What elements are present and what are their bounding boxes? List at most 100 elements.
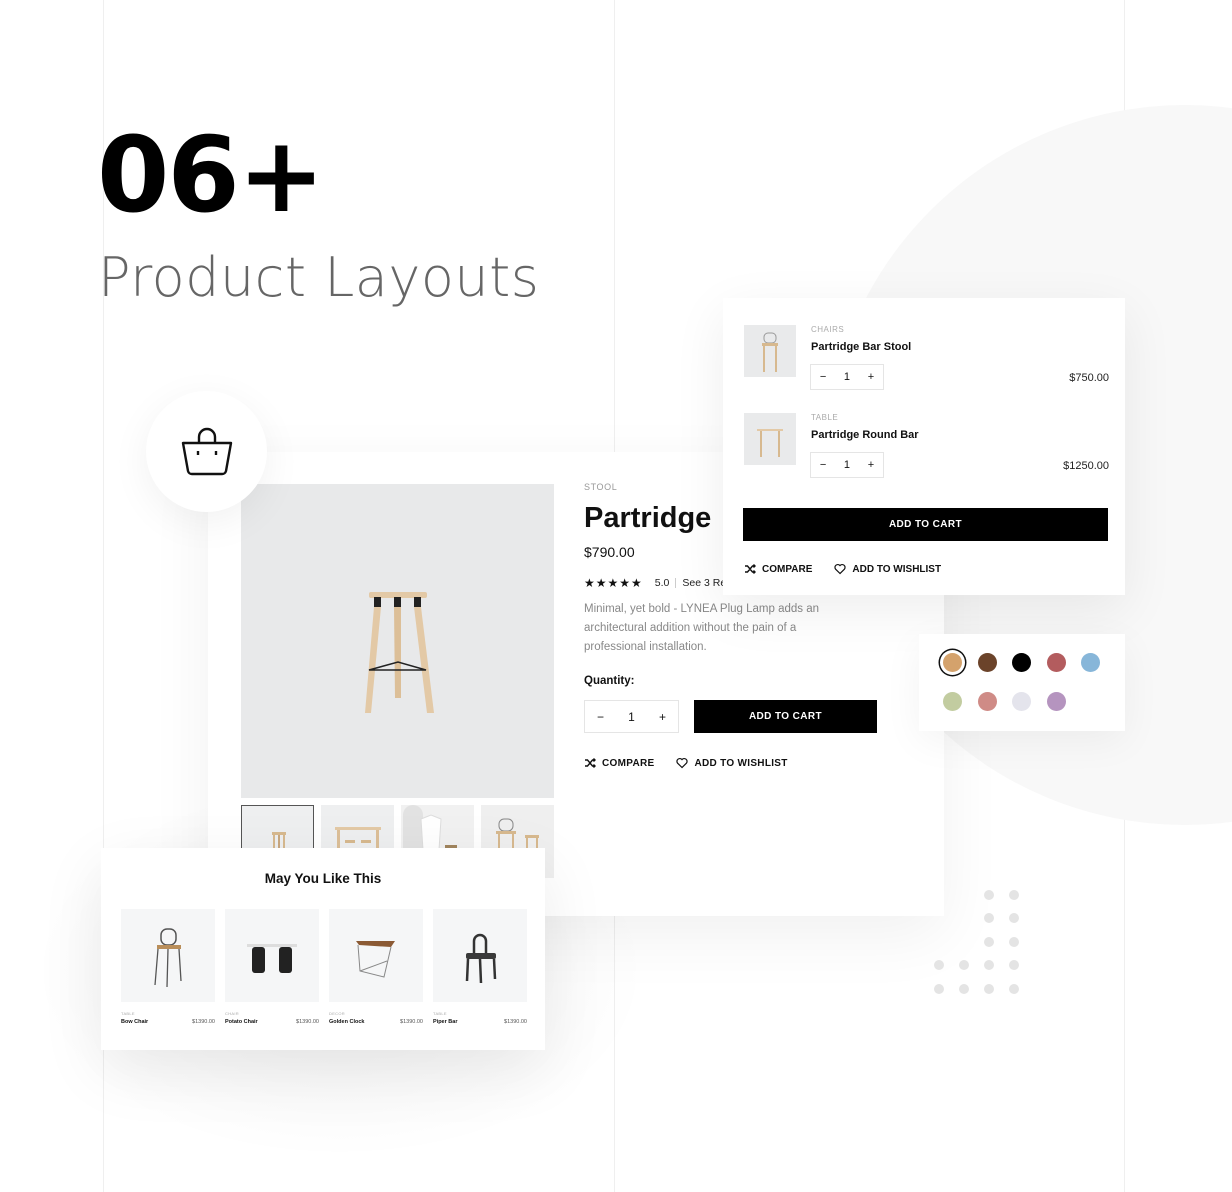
side-table-image — [356, 941, 395, 978]
cart-actions: COMPARE ADD TO WISHLIST — [744, 563, 941, 575]
color-swatch[interactable] — [1081, 653, 1100, 672]
recommendation-item[interactable]: CHAIR Potato Chair $1390.00 — [225, 909, 319, 1025]
recommendation-price: $1390.00 — [192, 1019, 215, 1025]
add-to-cart-button[interactable]: ADD TO CART — [694, 700, 877, 733]
decorative-dot — [984, 890, 994, 900]
decorative-dot — [934, 984, 944, 994]
decorative-dot — [934, 960, 944, 970]
cart-wishlist-button[interactable]: ADD TO WISHLIST — [834, 563, 941, 575]
quantity-stepper: − 1 + — [584, 700, 679, 733]
quantity-label: Quantity: — [584, 675, 635, 687]
shopping-bag-icon — [181, 427, 232, 475]
recommendation-image[interactable] — [225, 909, 319, 1002]
recommendation-price: $1390.00 — [296, 1019, 319, 1025]
recommendation-name[interactable]: Piper Bar — [433, 1019, 457, 1025]
cart-add-to-cart-button[interactable]: ADD TO CART — [743, 508, 1108, 541]
quantity-value[interactable]: 1 — [628, 710, 635, 724]
cart-quantity-value[interactable]: 1 — [844, 371, 850, 383]
shuffle-icon — [745, 564, 756, 574]
recommendation-price: $1390.00 — [400, 1019, 423, 1025]
product-main-image[interactable] — [241, 484, 554, 798]
dot-pattern — [934, 890, 1024, 1000]
product-actions: COMPARE ADD TO WISHLIST — [584, 757, 884, 769]
decorative-dot — [984, 984, 994, 994]
cart-item-price: $1250.00 — [1063, 460, 1109, 472]
decorative-dot — [1009, 913, 1019, 923]
cart-item-name[interactable]: Partridge Round Bar — [811, 429, 919, 441]
wishlist-label: ADD TO WISHLIST — [852, 563, 942, 575]
heart-icon — [834, 563, 846, 575]
stool-image — [365, 592, 434, 713]
hero-subtitle: Product Layouts — [98, 246, 540, 309]
recommendation-item[interactable]: TABLE Piper Bar $1390.00 — [433, 909, 527, 1025]
mini-cart: CHAIRS Partridge Bar Stool − 1 + $750.00… — [723, 298, 1125, 595]
cart-increase-button[interactable]: + — [868, 371, 874, 383]
shuffle-icon — [585, 758, 596, 768]
decorative-dot — [984, 937, 994, 947]
color-swatch[interactable] — [1046, 653, 1066, 672]
recommendations-panel: May You Like This TABLE Bow Chair $1390.0… — [101, 848, 545, 1050]
color-swatch[interactable] — [1012, 692, 1031, 711]
hero-count: 06+ — [97, 114, 325, 236]
decorative-dot — [1009, 890, 1019, 900]
cart-item-price: $750.00 — [1069, 372, 1109, 384]
recommendation-price: $1390.00 — [504, 1019, 527, 1025]
cart-decrease-button[interactable]: − — [820, 459, 826, 471]
recommendations-title: May You Like This — [264, 871, 382, 886]
recommendation-category: CHAIR — [225, 1011, 239, 1016]
color-swatch[interactable] — [1012, 653, 1031, 672]
recommendation-category: TABLE — [433, 1011, 447, 1016]
cart-item-category: CHAIRS — [811, 325, 845, 334]
recommendation-category: TABLE — [121, 1011, 135, 1016]
decorative-dot — [984, 960, 994, 970]
swatch-grid — [943, 653, 1100, 711]
cart-item: TABLE Partridge Round Bar − 1 + $1250.00 — [744, 386, 1109, 478]
cart-quantity-value[interactable]: 1 — [844, 459, 850, 471]
decorative-dot — [1009, 937, 1019, 947]
decorative-dot — [1009, 960, 1019, 970]
recommendation-name[interactable]: Bow Chair — [121, 1019, 148, 1025]
recommendation-image[interactable] — [329, 909, 423, 1002]
bar-chair-image — [154, 928, 182, 988]
decorative-dot — [1009, 984, 1019, 994]
cart-decrease-button[interactable]: − — [820, 371, 826, 383]
product-description: Minimal, yet bold - LYNEA Plug Lamp adds… — [584, 603, 820, 653]
decrease-quantity-button[interactable]: − — [597, 710, 604, 724]
rating-stars-icon: ★★★★★ — [584, 576, 643, 590]
recommendation-item[interactable]: DECOR Golden Clock $1390.00 — [329, 909, 423, 1025]
pedestal-table-image — [247, 944, 297, 973]
recommendation-name[interactable]: Golden Clock — [329, 1019, 364, 1025]
rating-value: 5.0 — [654, 577, 670, 589]
heart-icon — [676, 757, 689, 769]
cart-item-name[interactable]: Partridge Bar Stool — [811, 341, 911, 353]
recommendations-grid: TABLE Bow Chair $1390.00 CHAIR Potato Cha… — [121, 909, 527, 1025]
increase-quantity-button[interactable]: + — [659, 710, 666, 724]
buy-row: − 1 + ADD TO CART — [584, 700, 884, 733]
color-swatch[interactable] — [1046, 692, 1066, 711]
recommendation-image[interactable] — [121, 909, 215, 1002]
color-swatch[interactable] — [943, 692, 962, 711]
cart-item: CHAIRS Partridge Bar Stool − 1 + $750.00 — [744, 298, 1109, 390]
compare-label: COMPARE — [602, 757, 655, 769]
cart-quantity-stepper: − 1 + — [810, 452, 884, 478]
color-swatch[interactable] — [943, 653, 962, 672]
piper-bar-chair-image — [465, 933, 497, 984]
cart-compare-button[interactable]: COMPARE — [744, 563, 812, 575]
cart-item-image[interactable] — [744, 413, 796, 465]
recommendation-name[interactable]: Potato Chair — [225, 1019, 258, 1025]
recommendation-image[interactable] — [433, 909, 527, 1002]
compare-button[interactable]: COMPARE — [584, 757, 654, 769]
basket-badge — [146, 391, 267, 512]
recommendation-category: DECOR — [329, 1011, 345, 1016]
rating-separator — [675, 578, 677, 588]
color-swatch[interactable] — [977, 653, 997, 672]
wishlist-button[interactable]: ADD TO WISHLIST — [676, 757, 787, 769]
cart-increase-button[interactable]: + — [868, 459, 874, 471]
recommendation-item[interactable]: TABLE Bow Chair $1390.00 — [121, 909, 215, 1025]
compare-label: COMPARE — [762, 563, 813, 575]
cart-item-category: TABLE — [811, 413, 839, 422]
color-swatch[interactable] — [977, 692, 997, 711]
cart-item-image[interactable] — [744, 325, 796, 377]
color-swatch-panel — [919, 634, 1125, 731]
decorative-dot — [984, 913, 994, 923]
